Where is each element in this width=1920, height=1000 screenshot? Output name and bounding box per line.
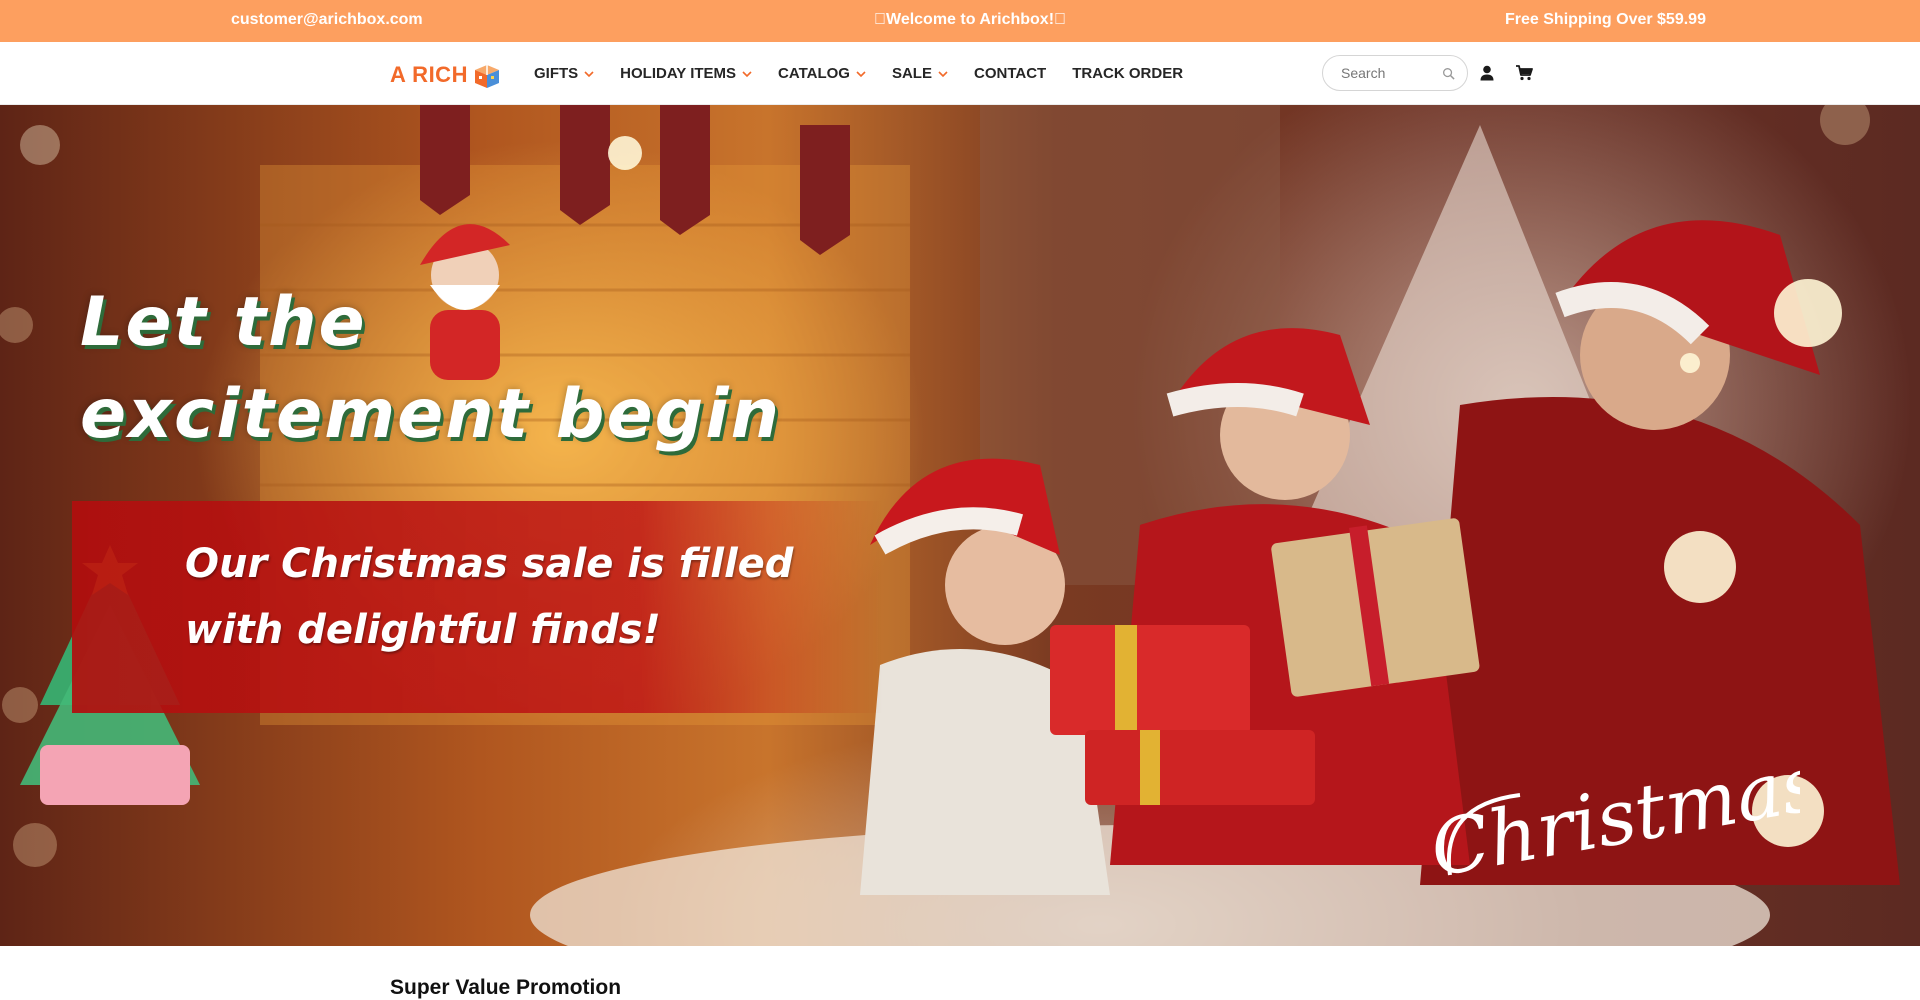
hero-subline-line2: with delightful finds! (185, 607, 661, 653)
hero-subline-line1: Our Christmas sale is filled (185, 541, 794, 587)
chevron-down-icon (584, 70, 594, 77)
chevron-down-icon (856, 70, 866, 77)
nav-contact[interactable]: CONTACT (974, 65, 1046, 82)
hero-headline-line1: Let the (80, 283, 367, 362)
nav-catalog-label: CATALOG (778, 65, 850, 82)
welcome-message:  Welcome to Arichbox!  (874, 11, 1067, 28)
contact-email[interactable]: customer@arichbox.com (231, 11, 423, 29)
chevron-down-icon (938, 70, 948, 77)
nav-track-order-label: TRACK ORDER (1072, 65, 1184, 82)
gift-box-logo-icon (474, 65, 499, 88)
chevron-down-icon (742, 70, 752, 77)
christmas-script-logo: Christmas (1424, 738, 1800, 894)
cart-icon[interactable] (1515, 64, 1533, 82)
user-icon[interactable] (1478, 64, 1496, 82)
nav-holiday-items-label: HOLIDAY ITEMS (620, 65, 737, 82)
announcement-bar: customer@arichbox.com  Welcome to Arichb… (0, 0, 1920, 42)
nav-track-order[interactable]: TRACK ORDER (1072, 65, 1183, 82)
nav-contact-label: CONTACT (973, 65, 1047, 82)
free-shipping-notice: Free Shipping Over $59.99 (1505, 11, 1706, 28)
nav-sale[interactable]: SALE (892, 65, 948, 82)
nav-catalog[interactable]: CATALOG (778, 65, 866, 82)
search-icon[interactable] (1442, 67, 1455, 80)
hero-headline-line2: excitement begin (80, 375, 781, 454)
logo-text: A RICH (390, 62, 468, 87)
nav-sale-label: SALE (891, 65, 932, 82)
search-input[interactable] (1341, 65, 1437, 81)
nav-gifts[interactable]: GIFTS (534, 65, 594, 82)
nav-gifts-label: GIFTS (534, 65, 579, 82)
nav-holiday-items[interactable]: HOLIDAY ITEMS (620, 65, 752, 82)
svg-text:Christmas: Christmas (1424, 738, 1800, 894)
search-box[interactable] (1322, 55, 1468, 91)
site-header: A RICH GIFTS HOLIDAY ITEMS CATALOG SALE (0, 42, 1920, 105)
hero-banner[interactable]: Let the excitement begin Our Christmas s… (0, 105, 1920, 946)
site-logo[interactable]: A RICH (390, 60, 503, 90)
section-title: Super Value Promotion (390, 976, 622, 999)
main-nav: GIFTS HOLIDAY ITEMS CATALOG SALE CONTACT… (534, 42, 1209, 105)
